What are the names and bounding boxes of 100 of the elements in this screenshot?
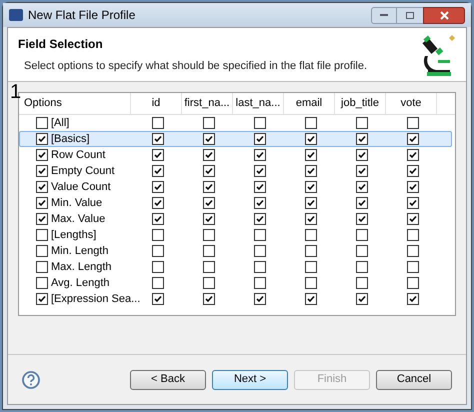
column-header[interactable]: id [131, 93, 182, 114]
table-row[interactable]: Empty Count [19, 163, 452, 179]
checkbox[interactable] [202, 229, 214, 241]
column-header[interactable]: Options [19, 93, 131, 114]
checkbox[interactable] [356, 293, 368, 305]
checkbox[interactable] [254, 213, 266, 225]
checkbox[interactable] [304, 293, 316, 305]
checkbox[interactable] [152, 149, 164, 161]
checkbox[interactable] [406, 293, 418, 305]
checkbox[interactable] [304, 277, 316, 289]
checkbox[interactable] [202, 117, 214, 129]
checkbox[interactable] [254, 149, 266, 161]
checkbox[interactable] [356, 181, 368, 193]
checkbox[interactable] [152, 229, 164, 241]
checkbox[interactable] [202, 181, 214, 193]
checkbox[interactable] [254, 181, 266, 193]
checkbox[interactable] [36, 213, 48, 225]
checkbox[interactable] [254, 165, 266, 177]
checkbox[interactable] [406, 117, 418, 129]
checkbox[interactable] [152, 213, 164, 225]
checkbox[interactable] [36, 245, 48, 257]
checkbox[interactable] [36, 197, 48, 209]
checkbox[interactable] [304, 165, 316, 177]
wizard-button[interactable]: Next > [212, 370, 288, 390]
checkbox[interactable] [304, 229, 316, 241]
checkbox[interactable] [406, 213, 418, 225]
wizard-button[interactable]: Cancel [376, 370, 452, 390]
checkbox[interactable] [36, 181, 48, 193]
table-row[interactable]: Value Count [19, 179, 452, 195]
checkbox[interactable] [304, 117, 316, 129]
checkbox[interactable] [304, 213, 316, 225]
checkbox[interactable] [304, 245, 316, 257]
checkbox[interactable] [152, 277, 164, 289]
table-row[interactable]: Max. Length [19, 259, 452, 275]
checkbox[interactable] [356, 261, 368, 273]
checkbox[interactable] [406, 229, 418, 241]
table-row[interactable]: Min. Length [19, 243, 452, 259]
close-button[interactable] [423, 6, 465, 24]
maximize-button[interactable] [397, 6, 423, 24]
checkbox[interactable] [304, 197, 316, 209]
checkbox[interactable] [36, 149, 48, 161]
checkbox[interactable] [152, 133, 164, 145]
checkbox[interactable] [406, 165, 418, 177]
checkbox[interactable] [36, 277, 48, 289]
checkbox[interactable] [36, 165, 48, 177]
checkbox[interactable] [406, 245, 418, 257]
checkbox[interactable] [406, 181, 418, 193]
table-row[interactable]: Min. Value [19, 195, 452, 211]
table-row[interactable]: [Lengths] [19, 227, 452, 243]
checkbox[interactable] [356, 117, 368, 129]
checkbox[interactable] [36, 117, 48, 129]
checkbox[interactable] [254, 293, 266, 305]
checkbox[interactable] [254, 277, 266, 289]
checkbox[interactable] [356, 213, 368, 225]
table-row[interactable]: [All] [19, 115, 452, 131]
checkbox[interactable] [36, 261, 48, 273]
checkbox[interactable] [356, 245, 368, 257]
checkbox[interactable] [36, 133, 48, 145]
checkbox[interactable] [356, 149, 368, 161]
checkbox[interactable] [304, 181, 316, 193]
checkbox[interactable] [304, 261, 316, 273]
column-header[interactable]: job_title [335, 93, 386, 114]
checkbox[interactable] [254, 197, 266, 209]
checkbox[interactable] [36, 293, 48, 305]
checkbox[interactable] [356, 133, 368, 145]
checkbox[interactable] [152, 165, 164, 177]
column-header[interactable]: email [284, 93, 335, 114]
checkbox[interactable] [356, 229, 368, 241]
checkbox[interactable] [202, 293, 214, 305]
checkbox[interactable] [356, 165, 368, 177]
checkbox[interactable] [406, 197, 418, 209]
checkbox[interactable] [202, 165, 214, 177]
checkbox[interactable] [152, 117, 164, 129]
checkbox[interactable] [152, 293, 164, 305]
checkbox[interactable] [406, 261, 418, 273]
checkbox[interactable] [202, 149, 214, 161]
checkbox[interactable] [356, 197, 368, 209]
table-row[interactable]: [Basics] [19, 131, 452, 147]
checkbox[interactable] [36, 229, 48, 241]
checkbox[interactable] [202, 213, 214, 225]
checkbox[interactable] [304, 133, 316, 145]
checkbox[interactable] [356, 277, 368, 289]
checkbox[interactable] [202, 261, 214, 273]
checkbox[interactable] [254, 133, 266, 145]
checkbox[interactable] [152, 245, 164, 257]
table-row[interactable]: Row Count [19, 147, 452, 163]
checkbox[interactable] [152, 261, 164, 273]
checkbox[interactable] [304, 149, 316, 161]
checkbox[interactable] [202, 197, 214, 209]
checkbox[interactable] [406, 277, 418, 289]
checkbox[interactable] [202, 245, 214, 257]
checkbox[interactable] [152, 197, 164, 209]
table-row[interactable]: Max. Value [19, 211, 452, 227]
table-row[interactable]: [Expression Sea... [19, 291, 452, 307]
minimize-button[interactable] [371, 6, 397, 24]
checkbox[interactable] [406, 149, 418, 161]
checkbox[interactable] [254, 245, 266, 257]
checkbox[interactable] [254, 117, 266, 129]
help-icon[interactable] [22, 370, 40, 388]
column-header[interactable]: first_na... [182, 93, 233, 114]
